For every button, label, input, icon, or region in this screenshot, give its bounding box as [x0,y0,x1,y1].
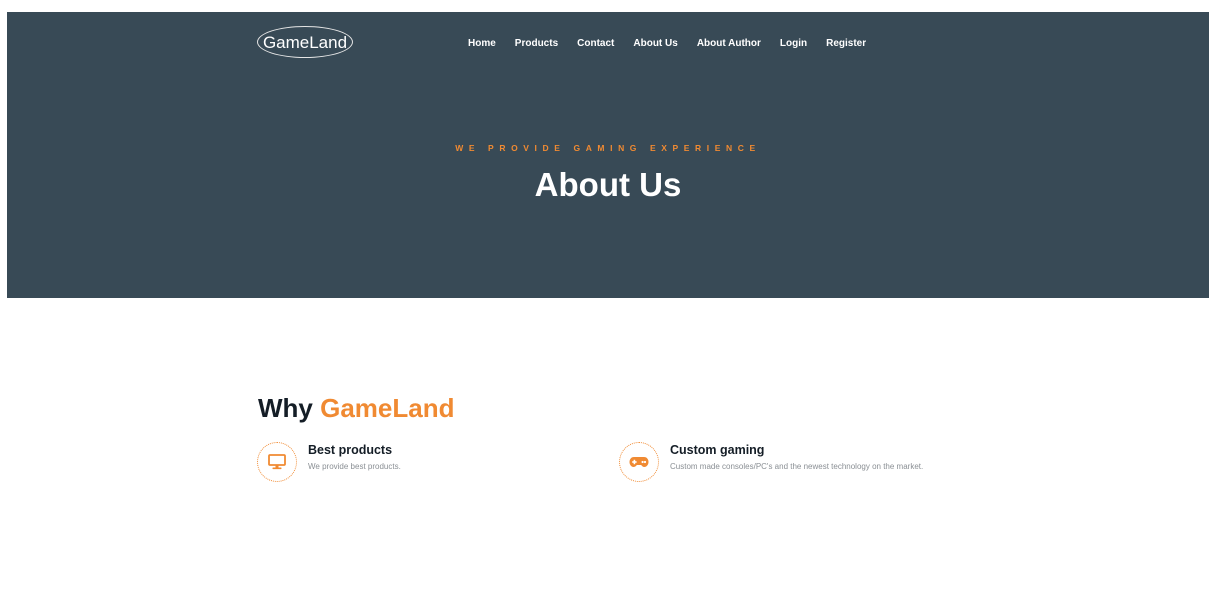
feature-description: We provide best products. [308,462,401,471]
why-section-title: Why GameLand [258,392,455,424]
hero-tagline: WE PROVIDE GAMING EXPERIENCE [455,143,761,153]
hero-header: GameLand Home Products Contact About Us … [7,12,1209,298]
feature-text: Custom gaming Custom made consoles/PC's … [670,442,940,473]
nav-register[interactable]: Register [826,38,866,49]
feature-icon-circle [619,442,659,482]
feature-icon-circle [257,442,297,482]
why-title-prefix: Why [258,393,313,423]
why-title-accent: GameLand [320,393,455,423]
logo[interactable]: GameLand [257,26,353,58]
nav-about-author[interactable]: About Author [697,38,761,49]
feature-text: Best products We provide best products. [308,442,578,473]
nav-products[interactable]: Products [515,38,558,49]
feature-best-products: Best products We provide best products. [257,442,587,482]
page: GameLand Home Products Contact About Us … [0,0,1209,599]
nav-login[interactable]: Login [780,38,807,49]
nav-contact[interactable]: Contact [577,38,614,49]
page-title: About Us [534,166,682,203]
main-nav: Home Products Contact About Us About Aut… [468,38,866,49]
feature-custom-gaming: Custom gaming Custom made consoles/PC's … [619,442,949,482]
nav-home[interactable]: Home [468,38,496,49]
feature-title: Best products [308,443,393,457]
feature-description: Custom made consoles/PC's and the newest… [670,462,924,471]
nav-about-us[interactable]: About Us [633,38,677,49]
monitor-icon [268,454,286,470]
gamepad-icon [629,457,649,467]
feature-title: Custom gaming [670,443,765,457]
